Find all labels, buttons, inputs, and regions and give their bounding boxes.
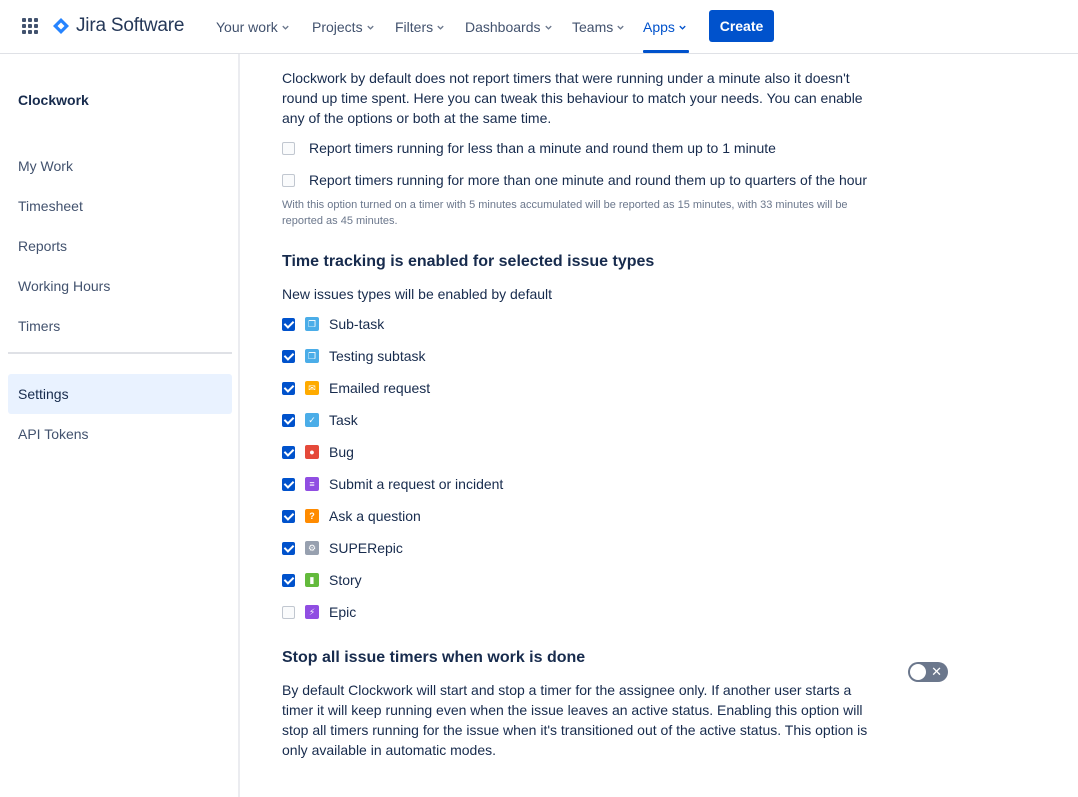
- issue-type-label: Task: [329, 412, 358, 428]
- issue-type-label: Ask a question: [329, 508, 421, 524]
- subtask-icon: ❐: [305, 349, 319, 363]
- rounding-option-quarter-hour[interactable]: Report timers running for more than one …: [282, 170, 867, 190]
- issue-type-row[interactable]: ❐ Sub-task: [282, 314, 384, 334]
- issue-type-label: Sub-task: [329, 316, 385, 332]
- nav-label: Projects: [312, 19, 363, 35]
- chevron-down-icon: [617, 25, 624, 30]
- nav-label: Filters: [395, 19, 434, 35]
- request-icon: ≡: [305, 477, 319, 491]
- sidebar-item-timers[interactable]: Timers: [8, 306, 232, 346]
- issue-type-label: Epic: [329, 604, 357, 620]
- sidebar-title: Clockwork: [18, 92, 89, 108]
- issue-type-checkbox[interactable]: [282, 541, 295, 555]
- issue-type-label: Submit a request or incident: [329, 476, 504, 492]
- story-icon: ▮: [305, 573, 319, 587]
- chevron-down-icon: [366, 25, 374, 30]
- rounding-description: Clockwork by default does not report tim…: [282, 70, 863, 126]
- jira-logo[interactable]: Jira Software: [52, 15, 184, 37]
- issue-type-row[interactable]: ❐ Testing subtask: [282, 346, 426, 366]
- stop-timers-heading: Stop all issue timers when work is done: [282, 649, 586, 666]
- chevron-down-icon: [679, 25, 686, 30]
- rounding-hint: With this option turned on a timer with …: [282, 199, 848, 227]
- issue-type-checkbox[interactable]: [282, 445, 295, 459]
- issue-type-label: Emailed request: [329, 380, 431, 396]
- issue-type-checkbox[interactable]: [282, 349, 295, 363]
- chevron-down-icon: [544, 25, 552, 30]
- gear-icon: ⚙: [305, 541, 319, 555]
- issue-type-checkbox[interactable]: [282, 381, 295, 395]
- nav-your-work[interactable]: Your work: [216, 17, 290, 37]
- issue-type-checkbox[interactable]: [282, 509, 295, 523]
- issue-type-row[interactable]: ⚡ Epic: [282, 602, 356, 622]
- jira-logo-icon: [53, 18, 69, 34]
- sidebar-item-working-hours[interactable]: Working Hours: [8, 266, 232, 306]
- issue-type-row[interactable]: ▮ Story: [282, 570, 362, 590]
- issue-type-checkbox[interactable]: [282, 413, 295, 427]
- issue-type-row[interactable]: ⚙ SUPERepic: [282, 538, 403, 558]
- close-icon: ✕: [931, 664, 942, 679]
- issue-types-heading: Time tracking is enabled for selected is…: [282, 253, 655, 270]
- top-navigation: Jira Software Your work Projects Filters…: [0, 0, 1078, 54]
- nav-label: Teams: [572, 19, 614, 35]
- toggle-knob: [910, 664, 926, 680]
- nav-filters[interactable]: Filters: [395, 17, 445, 37]
- issue-types-subtitle: New issues types will be enabled by defa…: [282, 286, 553, 302]
- rounding-option-label: Report timers running for more than one …: [309, 172, 867, 188]
- sidebar-item-timesheet[interactable]: Timesheet: [8, 186, 232, 226]
- sidebar-divider: [8, 352, 232, 354]
- task-icon: ✓: [305, 413, 319, 427]
- sidebar-item-api-tokens[interactable]: API Tokens: [8, 414, 232, 454]
- sidebar-item-my-work[interactable]: My Work: [8, 146, 232, 186]
- app-name: Jira Software: [76, 15, 185, 36]
- issue-type-label: Story: [329, 572, 362, 588]
- stop-timers-description: By default Clockwork will start and stop…: [282, 682, 868, 758]
- issue-type-checkbox[interactable]: [282, 477, 295, 491]
- nav-projects[interactable]: Projects: [312, 17, 375, 37]
- email-icon: ✉: [305, 381, 319, 395]
- stop-timers-toggle[interactable]: ✕: [908, 662, 948, 682]
- chevron-down-icon: [437, 25, 444, 30]
- chevron-down-icon: [282, 25, 289, 30]
- nav-label: Your work: [216, 19, 278, 35]
- create-button[interactable]: Create: [709, 10, 774, 42]
- bug-icon: ●: [305, 445, 319, 459]
- rounding-option-checkbox[interactable]: [282, 173, 295, 187]
- sidebar-item-settings[interactable]: Settings: [8, 374, 232, 414]
- issue-type-row[interactable]: ≡ Submit a request or incident: [282, 474, 503, 494]
- issue-type-label: Bug: [329, 444, 354, 460]
- rounding-option-checkbox[interactable]: [282, 141, 295, 155]
- rounding-option-under-minute[interactable]: Report timers running for less than a mi…: [282, 138, 776, 158]
- epic-icon: ⚡: [305, 605, 319, 619]
- app-switcher-icon[interactable]: [22, 18, 39, 35]
- nav-label: Dashboards: [465, 19, 541, 35]
- nav-label: Apps: [643, 19, 675, 35]
- issue-type-checkbox[interactable]: [282, 605, 295, 619]
- issue-type-row[interactable]: ? Ask a question: [282, 506, 421, 526]
- subtask-icon: ❐: [305, 317, 319, 331]
- active-nav-indicator: [643, 50, 689, 53]
- issue-type-checkbox[interactable]: [282, 317, 295, 331]
- nav-apps[interactable]: Apps: [643, 17, 687, 37]
- question-icon: ?: [305, 509, 319, 523]
- rounding-option-label: Report timers running for less than a mi…: [309, 140, 776, 156]
- issue-type-row[interactable]: ● Bug: [282, 442, 354, 462]
- nav-teams[interactable]: Teams: [572, 17, 625, 37]
- issue-type-row[interactable]: ✓ Task: [282, 410, 358, 430]
- sidebar: Clockwork My Work Timesheet Reports Work…: [0, 54, 240, 797]
- issue-type-checkbox[interactable]: [282, 573, 295, 587]
- issue-type-label: SUPERepic: [329, 540, 403, 556]
- issue-type-label: Testing subtask: [329, 348, 426, 364]
- sidebar-item-reports[interactable]: Reports: [8, 226, 232, 266]
- issue-type-row[interactable]: ✉ Emailed request: [282, 378, 430, 398]
- nav-dashboards[interactable]: Dashboards: [465, 17, 553, 37]
